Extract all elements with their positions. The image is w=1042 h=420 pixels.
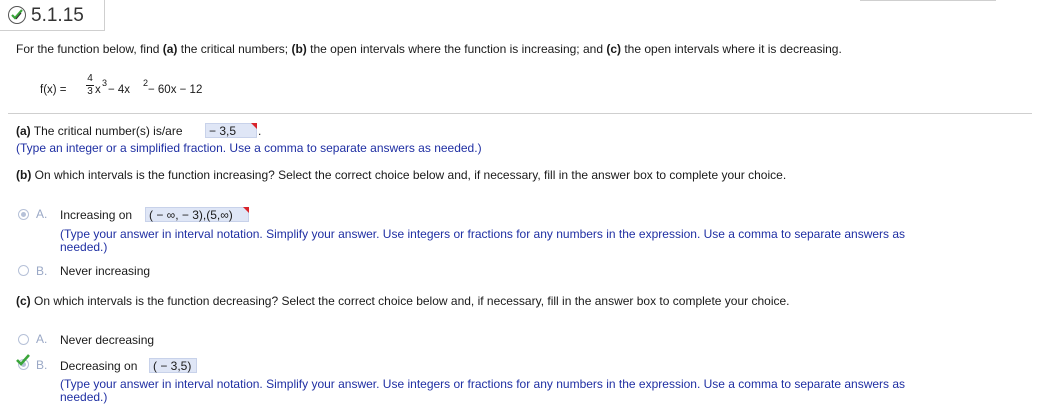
prompt-text-3: the open intervals where the function is… (306, 42, 607, 56)
part-b-option-b-radio[interactable] (18, 265, 29, 276)
part-c-hint-line-2: needed.) (60, 390, 108, 404)
part-c-option-a-text: Never decreasing (60, 333, 155, 347)
part-b-answer: ( − ∞, − 3),(5,∞) (149, 208, 233, 222)
function-rest: − 60x − 12 (148, 84, 203, 96)
part-a-text: The critical number(s) is/are (30, 124, 183, 138)
part-b-answer-box[interactable]: ( − ∞, − 3),(5,∞) (145, 207, 249, 222)
part-a-label: (a) (16, 124, 31, 138)
header-divider (860, 0, 996, 1)
part-c-option-a-letter: A. (36, 332, 48, 346)
part-b-question-text: On which intervals is the function incre… (31, 168, 787, 182)
function-lhs: f(x) = (40, 84, 67, 96)
part-c-hint-line-1: (Type your answer in interval notation. … (60, 377, 906, 391)
part-b-option-b-text: Never increasing (60, 264, 151, 278)
part-b-label: (b) (16, 168, 32, 182)
part-c-option-b-text: Decreasing on (60, 359, 138, 373)
function-x: x (95, 84, 101, 96)
part-a-answer: − 3,5 (209, 124, 237, 138)
problem-header: 5.1.15 (0, 0, 105, 31)
part-b-question: (b) On which intervals is the function i… (16, 168, 786, 182)
problem-prompt: For the function below, find (a) the cri… (16, 42, 842, 56)
part-b-option-b-letter: B. (36, 264, 48, 278)
part-b-hint-line-2: needed.) (60, 240, 108, 254)
part-a-answer-box[interactable]: − 3,5 (205, 123, 257, 138)
flag-icon (243, 207, 249, 213)
check-pencil-icon (8, 6, 26, 24)
part-b-option-a-text: Increasing on (60, 208, 133, 222)
part-a-question: (a) The critical number(s) is/are (16, 124, 183, 138)
flag-icon (251, 123, 257, 129)
part-b-hint-line-1: (Type your answer in interval notation. … (60, 227, 906, 241)
fraction: 4 3 (86, 74, 94, 97)
section-divider (8, 113, 1032, 114)
fraction-denominator: 3 (87, 86, 93, 97)
part-c-label: (c) (16, 294, 31, 308)
prompt-text-4: the open intervals where it is decreasin… (621, 42, 842, 56)
part-c-option-a-radio[interactable] (18, 334, 29, 345)
prompt-label-b: (b) (291, 42, 307, 56)
part-c-question: (c) On which intervals is the function d… (16, 294, 790, 308)
function-exponent-3: 3 (102, 78, 108, 88)
part-c-answer: ( − 3,5) (153, 359, 192, 373)
prompt-text-2: the critical numbers; (177, 42, 292, 56)
prompt-text-1: For the function below, find (16, 42, 163, 56)
part-c-option-b-letter: B. (36, 358, 48, 372)
problem-number: 5.1.15 (31, 5, 84, 26)
part-b-option-a-letter: A. (36, 207, 48, 221)
part-c-answer-box[interactable]: ( − 3,5) (149, 358, 197, 373)
part-b-option-a-radio[interactable] (18, 209, 29, 220)
correct-check-icon (16, 354, 30, 366)
part-a-hint: (Type an integer or a simplified fractio… (16, 141, 482, 155)
prompt-label-a: (a) (162, 42, 178, 56)
part-a-period: . (258, 124, 262, 138)
part-c-question-text: On which intervals is the function decre… (30, 294, 790, 308)
prompt-label-c: (c) (606, 42, 621, 56)
fraction-numerator: 4 (87, 73, 93, 84)
function-middle: − 4x (108, 84, 131, 96)
